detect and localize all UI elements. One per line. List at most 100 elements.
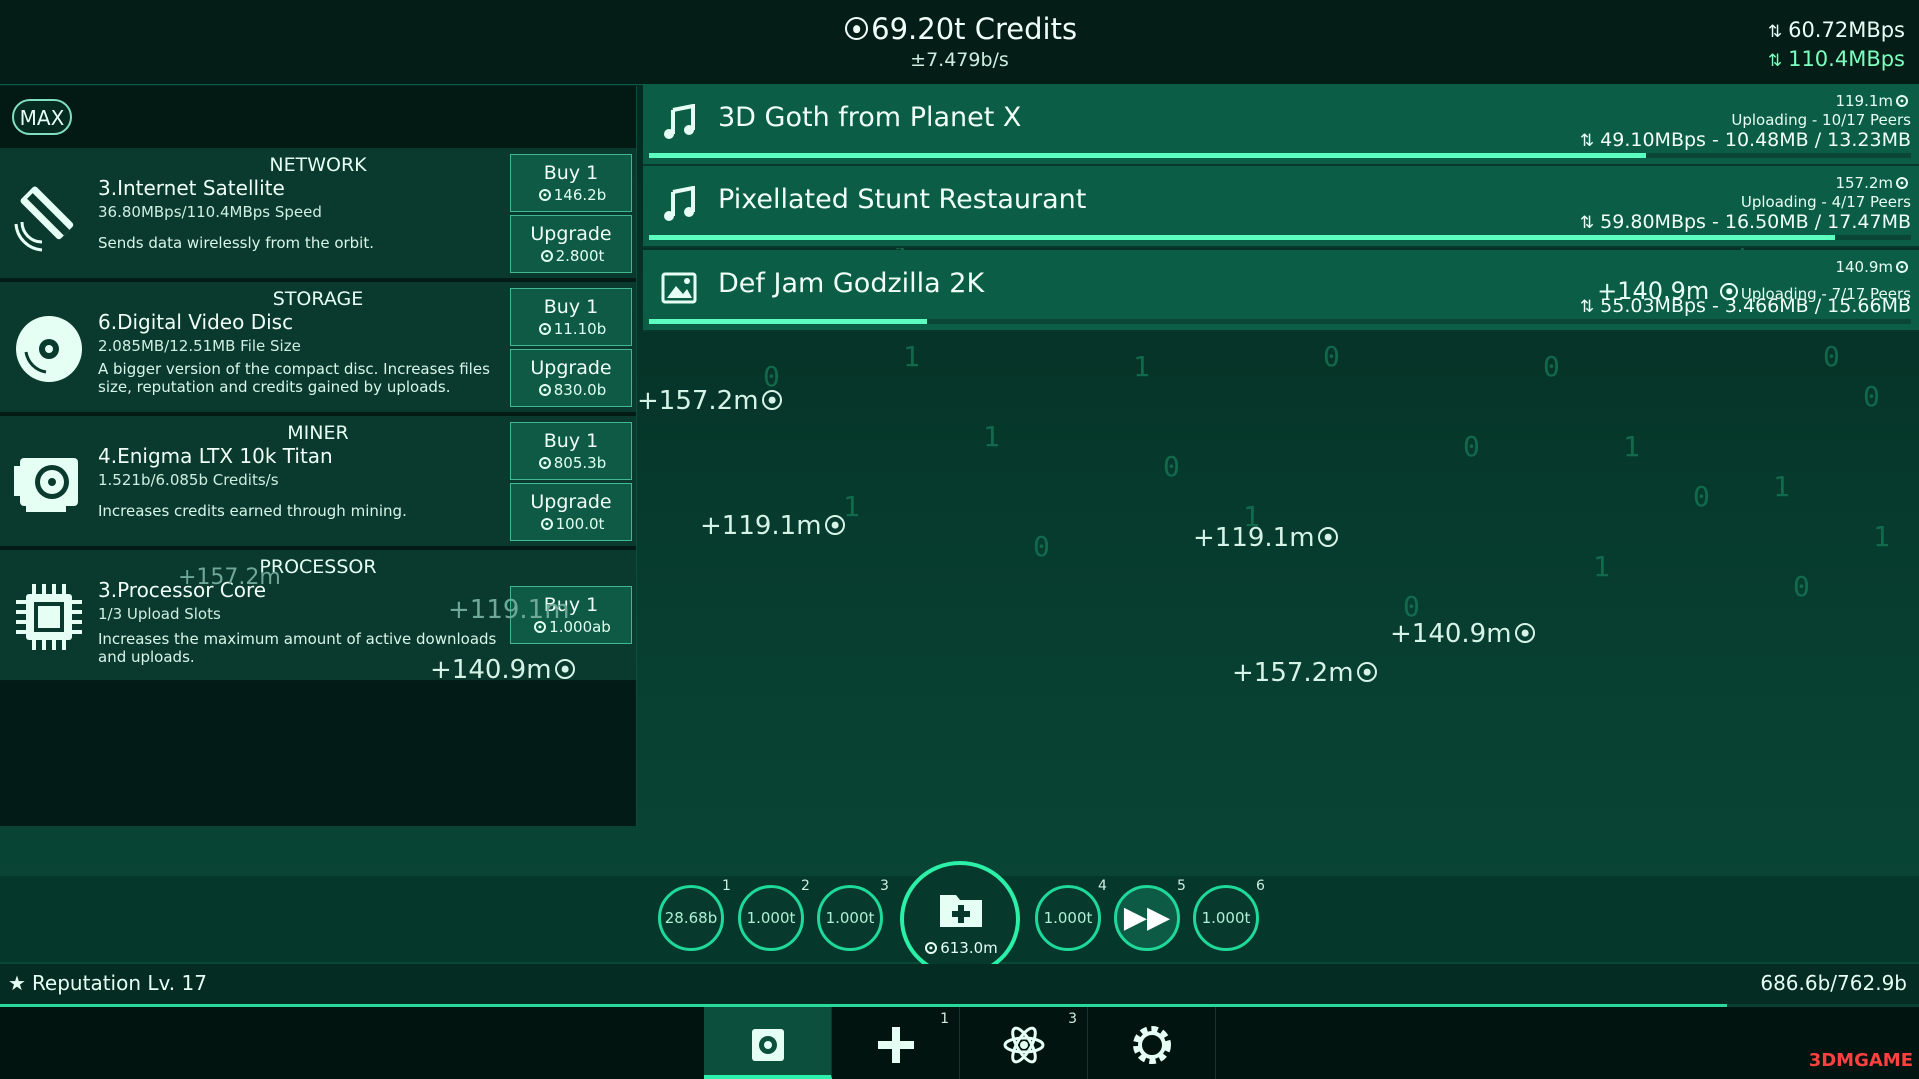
ability-number: 6 — [1256, 878, 1265, 894]
fast-forward-icon: ▶▶ — [1123, 900, 1171, 935]
transfer-arrow-icon: ⇅ — [1579, 213, 1595, 233]
shop-category: PROCESSOR — [259, 556, 377, 578]
music-icon — [664, 186, 695, 221]
disc-icon — [16, 316, 82, 382]
upgrade-button[interactable]: Upgrade 830.0b — [510, 349, 632, 407]
coin-icon — [1896, 94, 1908, 107]
ability-button-2[interactable]: 1.000t — [738, 885, 804, 951]
tab-add[interactable]: 1 — [832, 1007, 960, 1079]
coin-icon — [538, 383, 551, 396]
coin-icon — [925, 941, 938, 954]
download-reward: 140.9m — [1835, 258, 1911, 276]
gear-icon — [1133, 1026, 1171, 1064]
tab-settings[interactable] — [1088, 1007, 1216, 1079]
download-reward: 119.1m — [1835, 92, 1911, 110]
coin-icon — [554, 658, 576, 680]
shop-item-storage: STORAGE 6.Digital Video Disc 2.085MB/12.… — [0, 282, 636, 414]
credits-display: 69.20t Credits — [0, 12, 1919, 46]
coin-icon — [538, 456, 551, 469]
download-speed: ⇅ 59.80MBps - 16.50MB / 17.47MB — [1579, 211, 1911, 233]
shop-item-name: 3.Internet Satellite — [98, 176, 285, 200]
buy-button[interactable]: Buy 1 146.2b — [510, 154, 632, 212]
coin-icon — [1896, 176, 1908, 189]
tab-research[interactable]: 3 — [960, 1007, 1088, 1079]
download-title: 3D Goth from Planet X — [718, 102, 1022, 133]
credit-coin-icon — [844, 17, 869, 41]
floating-reward: +157.2m — [637, 386, 785, 416]
max-button[interactable]: MAX — [12, 99, 72, 135]
music-icon — [664, 104, 695, 139]
image-icon — [661, 272, 697, 304]
ability-button-3[interactable]: 1.000t — [817, 885, 883, 951]
star-icon: ★ — [8, 971, 26, 995]
reputation-value: 686.6b/762.9b — [1760, 971, 1907, 995]
download-peers: Uploading - 4/17 Peers — [1740, 193, 1911, 211]
floating-reward: +157.2m — [1232, 658, 1380, 688]
atom-icon — [1003, 1026, 1045, 1064]
download-progress-fill — [649, 153, 1646, 158]
ability-number: 1 — [722, 878, 731, 894]
floating-reward: +119.1m — [700, 511, 848, 541]
transfer-arrow-icon: ⇅ — [1579, 297, 1595, 317]
download-progress-fill — [649, 319, 927, 324]
coin-icon — [1317, 526, 1339, 548]
shop-item-description: Sends data wirelessly from the orbit. — [98, 234, 374, 252]
buy-button[interactable]: Buy 1 11.10b — [510, 288, 632, 346]
ability-button-1[interactable]: 28.68b — [658, 885, 724, 951]
ability-button-5[interactable]: ▶▶ — [1114, 885, 1180, 951]
plus-icon — [878, 1027, 914, 1063]
shop-item-name: 4.Enigma LTX 10k Titan — [98, 444, 333, 468]
download-item[interactable]: Pixellated Stunt Restaurant 157.2m Uploa… — [643, 166, 1919, 248]
download-item[interactable]: Def Jam Godzilla 2K 140.9m +140.9m Upload… — [643, 250, 1919, 332]
ability-number: 5 — [1177, 878, 1186, 894]
floating-reward: +140.9m — [430, 655, 578, 685]
download-progress — [649, 153, 1911, 158]
shop-item-description: Increases credits earned through mining. — [98, 502, 407, 520]
coin-icon — [538, 188, 551, 201]
ability-number: 3 — [880, 878, 889, 894]
coin-icon — [538, 322, 551, 335]
chip-icon — [16, 584, 82, 650]
coin-icon — [761, 389, 783, 411]
coin-icon — [540, 249, 553, 262]
watermark: 3DMGAME — [1808, 1050, 1913, 1071]
download-speed: ⇅ 55.03MBps - 3.466MB / 15.66MB — [1579, 295, 1911, 317]
shop-item-stat: 1/3 Upload Slots — [98, 605, 221, 623]
tab-hardware[interactable] — [704, 1007, 832, 1079]
transfer-arrow-icon: ⇅ — [1579, 131, 1595, 151]
upgrade-button[interactable]: Upgrade 2.800t — [510, 215, 632, 273]
shop-item-network: NETWORK 3.Internet Satellite 36.80MBps/1… — [0, 148, 636, 280]
shop-item-name: 6.Digital Video Disc — [98, 310, 294, 334]
download-peers: Uploading - 10/17 Peers — [1731, 111, 1911, 129]
floating-reward: +119.1m — [1193, 523, 1341, 553]
ability-button-6[interactable]: 1.000t — [1193, 885, 1259, 951]
coin-icon — [1356, 661, 1378, 683]
shop-item-stat: 1.521b/6.085b Credits/s — [98, 471, 279, 489]
coin-icon — [1514, 622, 1536, 644]
ability-number: 2 — [801, 878, 810, 894]
gpu-icon — [14, 458, 78, 512]
upgrade-button[interactable]: Upgrade 100.0t — [510, 483, 632, 541]
download-title: Pixellated Stunt Restaurant — [718, 184, 1087, 215]
coin-icon — [1896, 260, 1908, 273]
chip-settings-icon — [752, 1029, 784, 1061]
download-progress — [649, 235, 1911, 240]
buy-button[interactable]: Buy 1 805.3b — [510, 422, 632, 480]
reputation-level: ★ Reputation Lv. 17 — [8, 971, 207, 995]
coin-icon — [824, 514, 846, 536]
shop-item-description: A bigger version of the compact disc. In… — [98, 360, 490, 396]
credit-rate: ±7.479b/s — [910, 49, 1009, 71]
floating-reward: +157.2m — [178, 565, 281, 590]
ability-button-4[interactable]: 1.000t — [1035, 885, 1101, 951]
new-download-button[interactable]: 613.0m — [900, 861, 1020, 977]
download-item[interactable]: 3D Goth from Planet X 119.1m Uploading -… — [643, 84, 1919, 166]
folder-add-icon — [940, 895, 982, 927]
coin-icon — [540, 517, 553, 530]
upload-speed: ⇅ 60.72MBps — [1767, 18, 1905, 42]
floating-reward: +140.9m — [1390, 619, 1538, 649]
shop-item-stat: 2.085MB/12.51MB File Size — [98, 337, 301, 355]
floating-reward: +119.1m — [448, 595, 570, 625]
download-progress-fill — [649, 235, 1836, 240]
upload-arrow-icon: ⇅ — [1767, 22, 1783, 42]
download-speed: ⇅ 49.10MBps - 10.48MB / 13.23MB — [1579, 129, 1911, 151]
